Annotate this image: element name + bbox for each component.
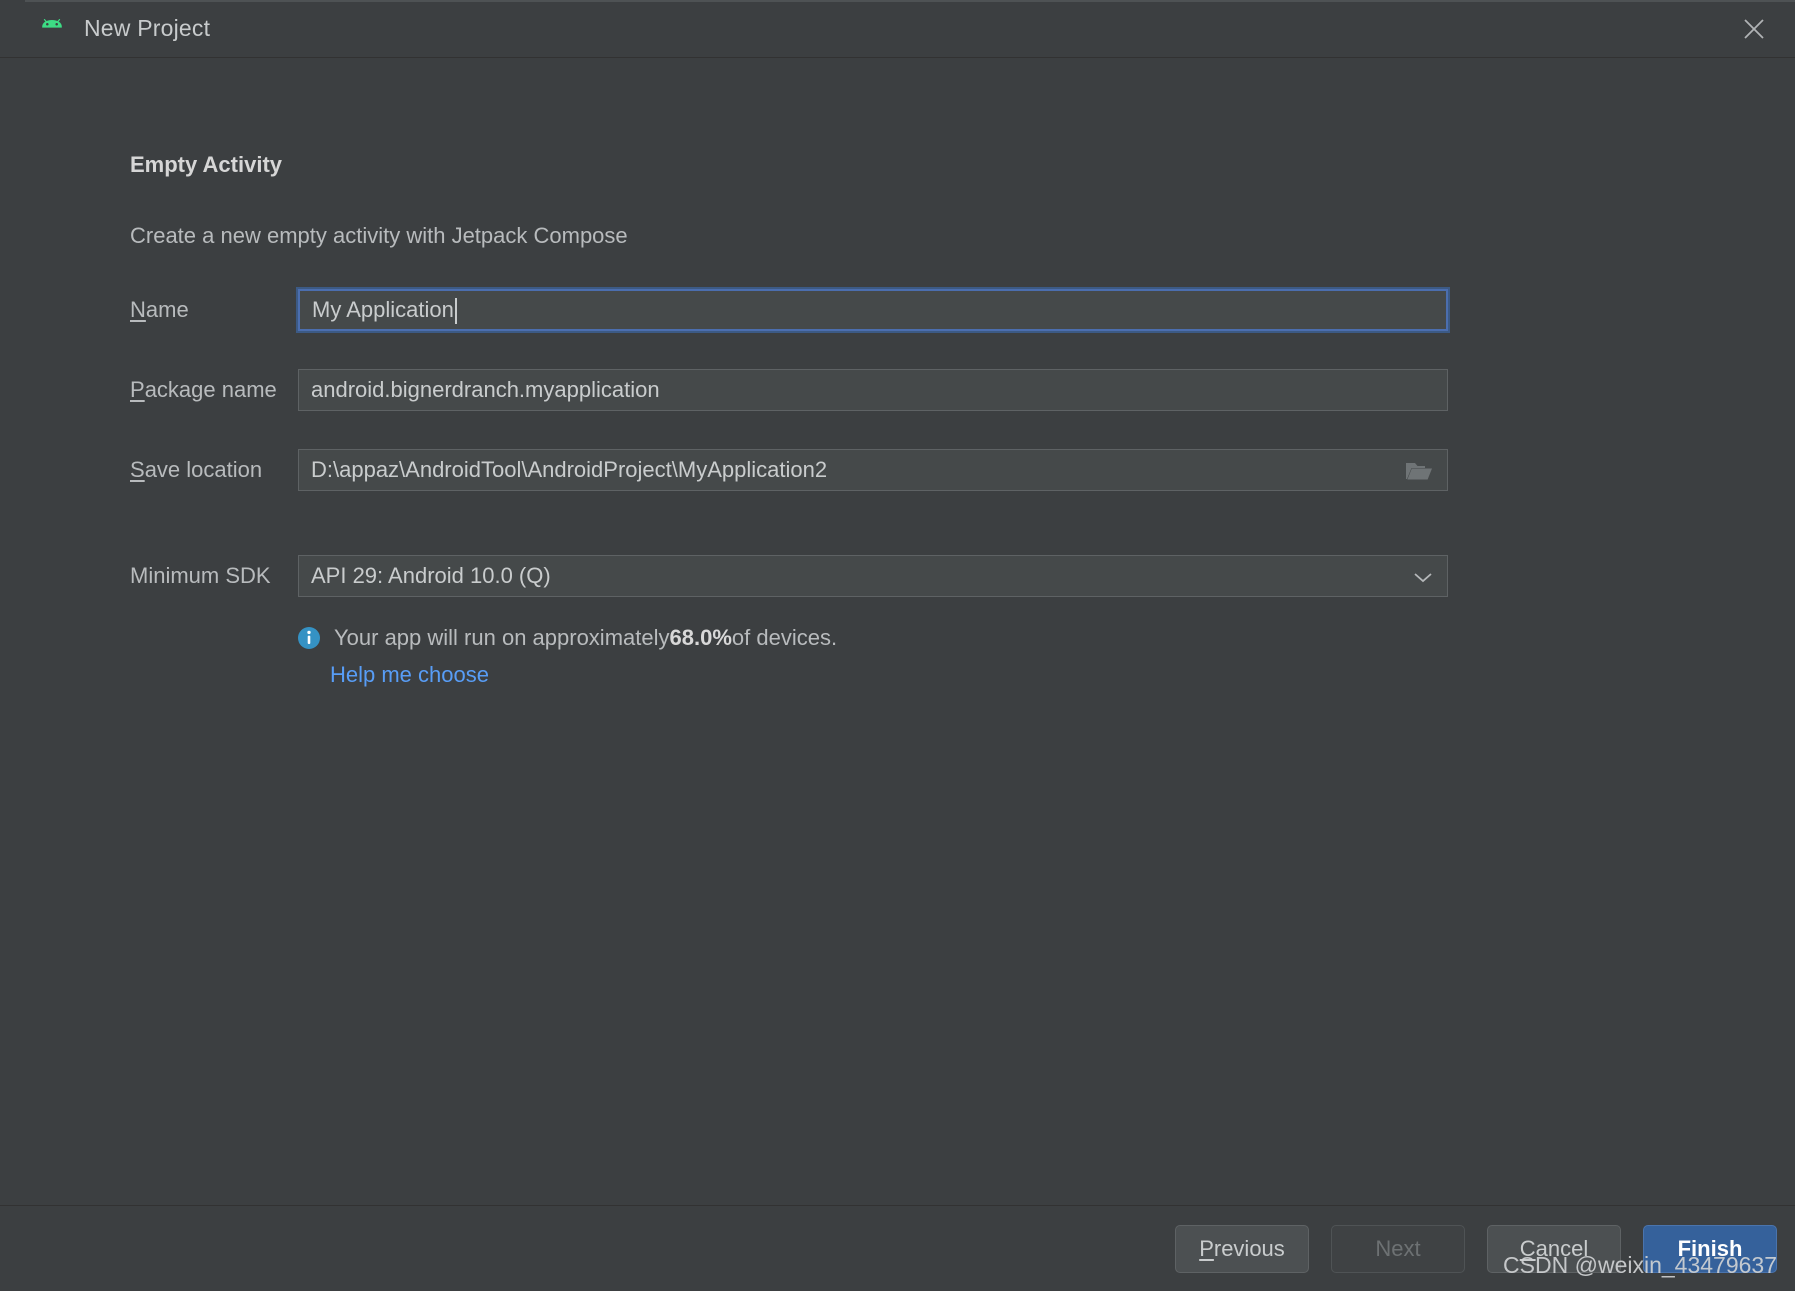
page-description: Create a new empty activity with Jetpack… (130, 223, 628, 248)
package-name-input[interactable] (298, 369, 1448, 411)
name-input-wrap (298, 289, 1448, 331)
name-label-mnemonic: N (130, 297, 146, 322)
dialog-content: Empty Activity Create a new empty activi… (0, 58, 1795, 1205)
device-coverage-text-before: Your app will run on approximately (334, 625, 670, 650)
package-name-label-mnemonic: P (130, 377, 145, 402)
minimum-sdk-row: Minimum SDK API 29: Android 10.0 (Q) (130, 555, 1795, 597)
title-bar: New Project (0, 0, 1795, 58)
save-location-label: Save location (130, 457, 298, 483)
help-me-choose-link[interactable]: Help me choose (330, 662, 489, 688)
cancel-button-mnemonic: C (1519, 1235, 1536, 1261)
name-input[interactable] (298, 289, 1448, 331)
save-location-label-rest: ave location (144, 457, 263, 482)
device-coverage-info: Your app will run on approximately 68.0%… (296, 625, 837, 651)
close-icon[interactable] (1731, 6, 1777, 52)
title-bar-accent (25, 0, 1795, 2)
minimum-sdk-value: API 29: Android 10.0 (Q) (311, 563, 551, 588)
device-coverage-percent: 68.0% (669, 625, 732, 650)
chevron-down-icon (1413, 563, 1433, 589)
cancel-button[interactable]: Cancel (1487, 1224, 1621, 1273)
text-caret (454, 298, 457, 324)
package-name-label-rest: ackage name (144, 377, 277, 402)
save-location-label-mnemonic: S (130, 457, 145, 482)
name-label-rest: ame (145, 297, 189, 322)
window-title: New Project (84, 15, 211, 41)
package-name-row: Package name (130, 369, 1795, 411)
new-project-dialog: New Project Empty Activity Create a new … (0, 0, 1795, 1291)
next-button[interactable]: Next (1331, 1224, 1465, 1273)
save-location-input-wrap (298, 449, 1448, 491)
android-robot-icon (38, 16, 66, 42)
minimum-sdk-select[interactable]: API 29: Android 10.0 (Q) (298, 555, 1448, 597)
name-row: Name (130, 289, 1795, 331)
device-coverage-text-after: of devices. (731, 625, 838, 650)
minimum-sdk-label: Minimum SDK (130, 563, 271, 588)
info-icon (296, 625, 322, 651)
folder-open-icon[interactable] (1404, 459, 1434, 483)
name-label: Name (130, 297, 298, 323)
previous-button-mnemonic: P (1199, 1235, 1214, 1261)
save-location-row: Save location (130, 449, 1795, 491)
save-location-input[interactable] (298, 449, 1448, 491)
previous-button-rest: revious (1213, 1235, 1285, 1261)
previous-button[interactable]: Previous (1175, 1224, 1309, 1273)
dialog-footer: Previous Next Cancel Finish (0, 1205, 1795, 1291)
package-name-label: Package name (130, 377, 298, 403)
page-title: Empty Activity (130, 152, 283, 177)
finish-button[interactable]: Finish (1643, 1224, 1777, 1273)
cancel-button-rest: ancel (1535, 1235, 1589, 1261)
package-name-input-wrap (298, 369, 1448, 411)
